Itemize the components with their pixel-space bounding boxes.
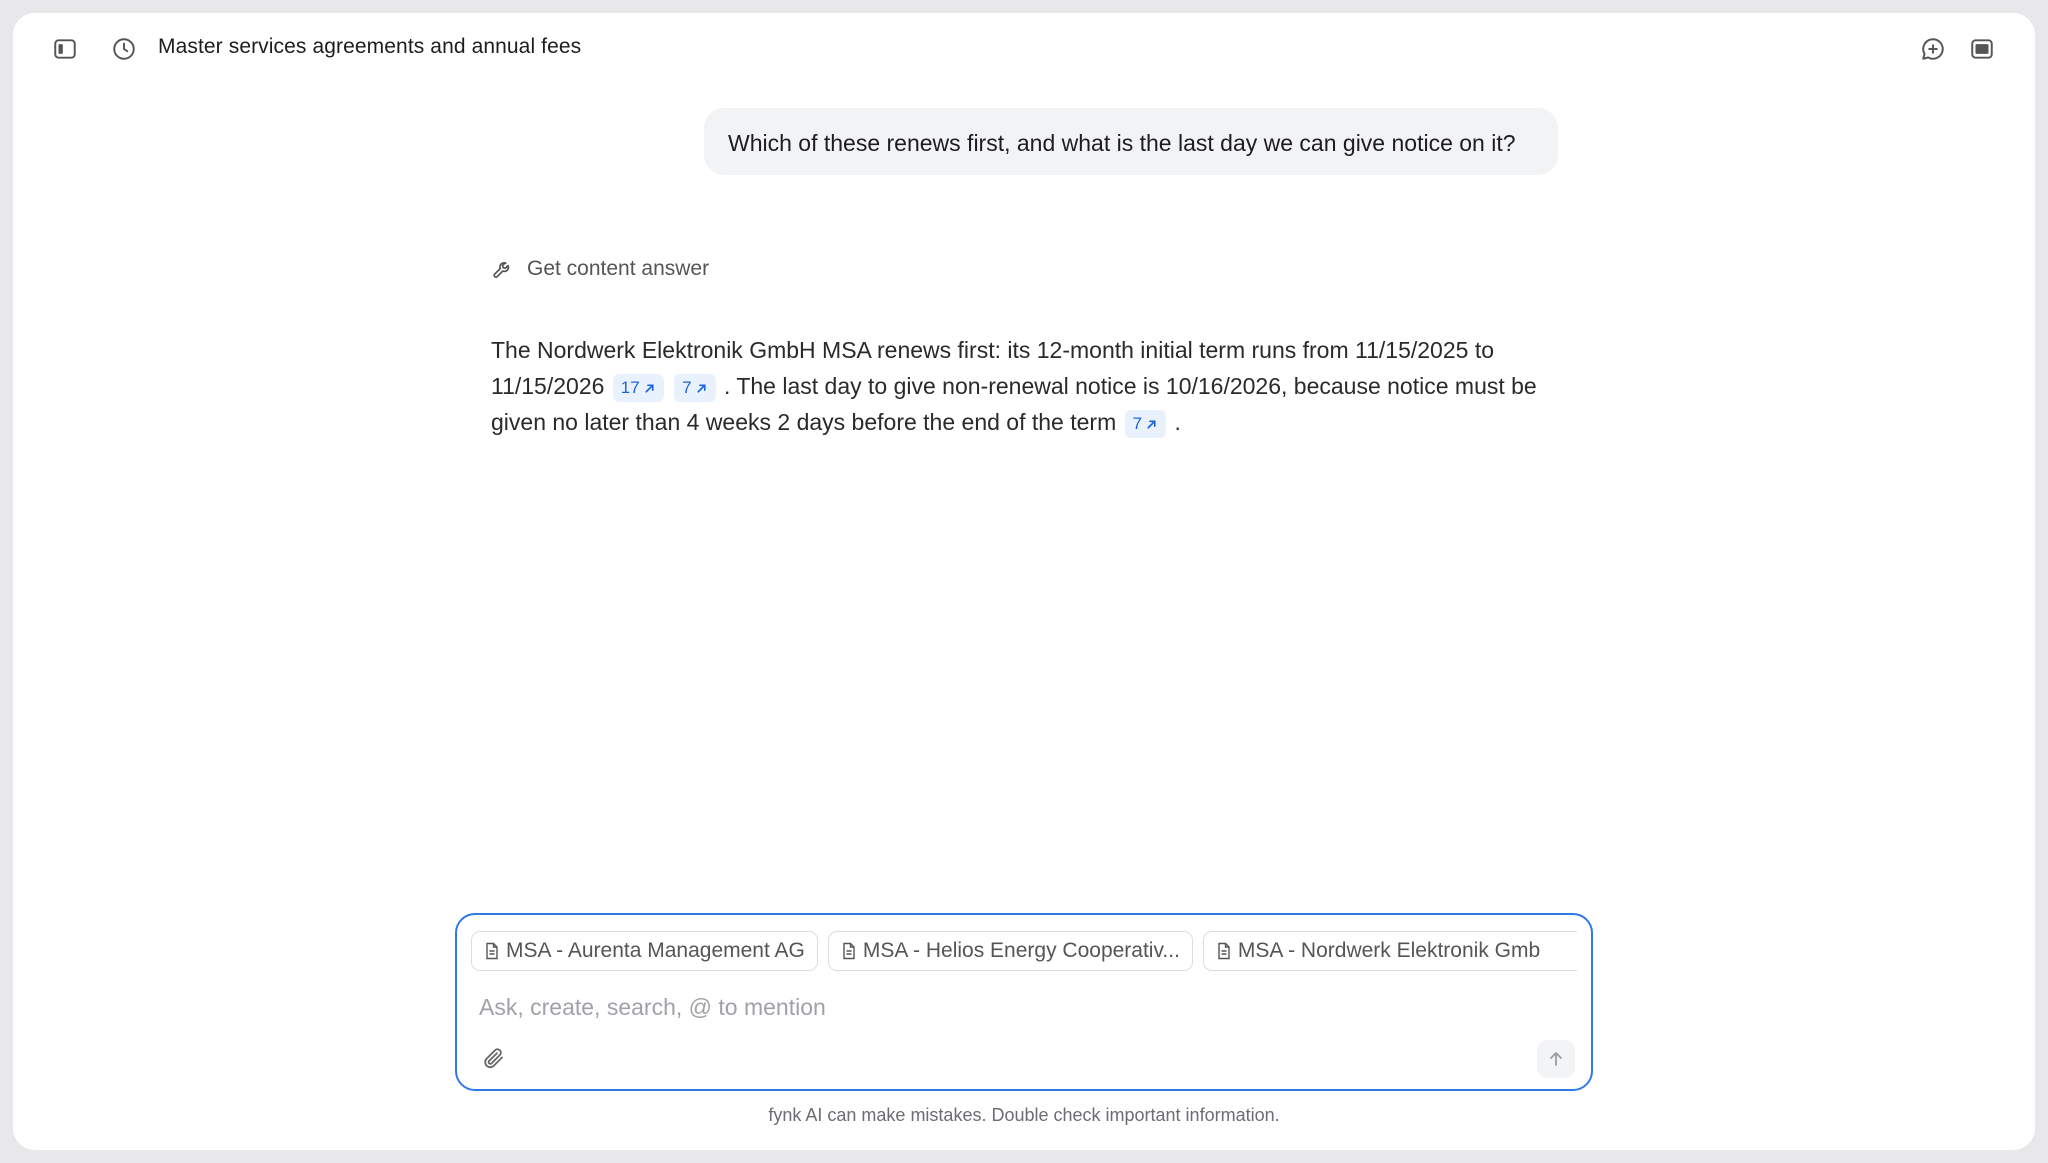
citation-number: 7	[1132, 414, 1143, 433]
document-icon	[843, 942, 855, 960]
tool-call-row[interactable]: Get content answer	[491, 257, 709, 281]
attached-documents: MSA - Aurenta Management AG MSA - Helios…	[471, 931, 1577, 971]
conversation-title: Master services agreements and annual fe…	[158, 35, 582, 58]
wrench-icon	[493, 261, 510, 278]
document-icon	[486, 942, 498, 960]
citation-number: 17	[620, 378, 640, 397]
document-chip-label: MSA - Aurenta Management AG	[506, 939, 805, 962]
panel-icon[interactable]	[1962, 29, 2002, 69]
citation-number: 7	[682, 378, 692, 397]
arrow-up-right-icon	[697, 383, 706, 393]
citation-chip[interactable]: 17	[612, 374, 664, 402]
document-chip-label: MSA - Nordwerk Elektronik Gmb	[1237, 939, 1541, 962]
prompt-input[interactable]	[479, 989, 1569, 1025]
arrow-up-icon	[1550, 1052, 1562, 1066]
history-icon[interactable]	[104, 29, 144, 69]
answer-text-3: .	[1174, 409, 1181, 435]
paperclip-icon[interactable]	[479, 1043, 509, 1073]
citation-chip[interactable]: 7	[1124, 410, 1167, 438]
new-chat-icon[interactable]	[1913, 29, 1953, 69]
top-bar: Master services agreements and annual fe…	[13, 13, 2035, 85]
document-chip-label: MSA - Helios Energy Cooperativ...	[862, 939, 1180, 962]
document-chip[interactable]: MSA - Aurenta Management AG	[471, 931, 818, 971]
message-composer: MSA - Aurenta Management AG MSA - Helios…	[455, 913, 1593, 1091]
app-window: Master services agreements and annual fe…	[13, 13, 2035, 1150]
ai-disclaimer: fynk AI can make mistakes. Double check …	[768, 1105, 1280, 1125]
sidebar-toggle-icon[interactable]	[45, 29, 85, 69]
send-button[interactable]	[1537, 1040, 1575, 1078]
document-icon	[1218, 942, 1230, 960]
arrow-up-right-icon	[645, 383, 654, 393]
arrow-up-right-icon	[1147, 419, 1156, 429]
document-chip[interactable]: MSA - Helios Energy Cooperativ...	[827, 931, 1193, 971]
tool-call-label: Get content answer	[527, 257, 710, 280]
assistant-answer: The Nordwerk Elektronik GmbH MSA renews …	[491, 332, 1581, 440]
citation-chip[interactable]: 7	[674, 374, 716, 402]
user-message: Which of these renews first, and what is…	[704, 108, 1558, 175]
document-chip[interactable]: MSA - Nordwerk Elektronik Gmb	[1202, 931, 1577, 971]
